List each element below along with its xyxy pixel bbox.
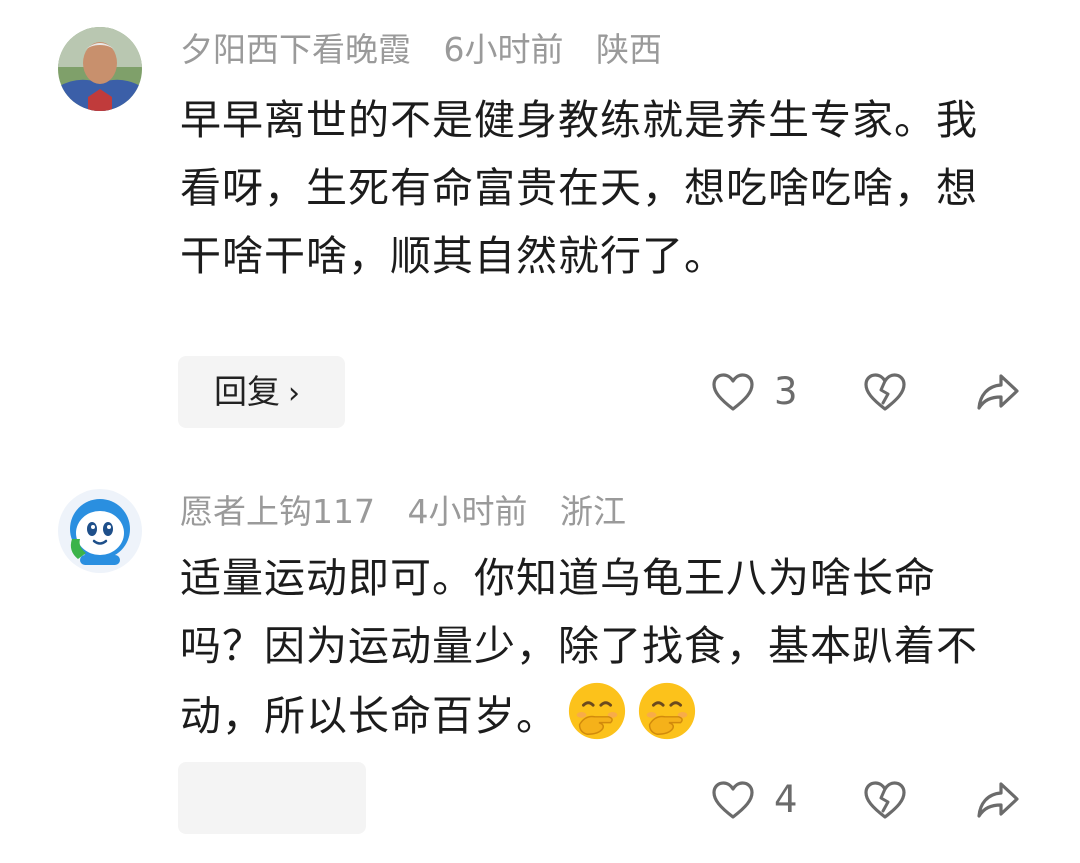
dislike-button[interactable]	[862, 371, 908, 413]
username[interactable]: 夕阳西下看晚霞	[180, 30, 411, 69]
broken-heart-icon	[864, 373, 906, 411]
heart-outline-icon	[712, 372, 754, 411]
comment-meta: 夕阳西下看晚霞 6小时前 陕西	[180, 30, 684, 70]
comment-item: 愿者上钩117 4小时前 浙江 适量运动即可。你知道乌龟王八为啥长命吗？因为运动…	[0, 440, 1080, 863]
comment-region: 浙江	[560, 492, 626, 531]
hand-over-mouth-emoji-icon	[568, 682, 626, 740]
heart-outline-icon	[712, 780, 754, 819]
like-count: 4	[774, 778, 798, 821]
comment-meta: 愿者上钩117 4小时前 浙江	[180, 492, 648, 532]
reply-button[interactable]	[178, 762, 366, 834]
like-button[interactable]: 3	[710, 370, 798, 413]
comment-text: 适量运动即可。你知道乌龟王八为啥长命吗？因为运动量少，除了找食，基本趴着不动，所…	[180, 544, 1010, 750]
share-arrow-icon	[977, 374, 1019, 410]
reply-button[interactable]: 回复 ›	[178, 356, 345, 428]
reply-label: 回复	[214, 372, 280, 411]
comment-text: 早早离世的不是健身教练就是养生专家。我看呀，生死有命富贵在天，想吃啥吃啥，想干啥…	[180, 96, 978, 280]
comment-item: 夕阳西下看晚霞 6小时前 陕西 早早离世的不是健身教练就是养生专家。我看呀，生死…	[0, 0, 1080, 440]
username[interactable]: 愿者上钩117	[180, 492, 375, 531]
like-button[interactable]: 4	[710, 778, 798, 821]
comment-time: 4小时前	[407, 492, 528, 531]
share-button[interactable]	[975, 371, 1021, 413]
comment-time: 6小时前	[443, 30, 564, 69]
share-button[interactable]	[975, 779, 1021, 821]
like-count: 3	[774, 370, 798, 413]
comment-region: 陕西	[596, 30, 662, 69]
avatar[interactable]	[58, 489, 142, 573]
hand-over-mouth-emoji-icon	[638, 682, 696, 740]
chevron-right-icon: ›	[288, 376, 300, 411]
share-arrow-icon	[977, 782, 1019, 818]
broken-heart-icon	[864, 781, 906, 819]
dislike-button[interactable]	[862, 779, 908, 821]
cartoon-mascot-avatar-icon	[58, 489, 142, 573]
user-photo-avatar-icon	[58, 27, 142, 111]
avatar[interactable]	[58, 27, 142, 111]
